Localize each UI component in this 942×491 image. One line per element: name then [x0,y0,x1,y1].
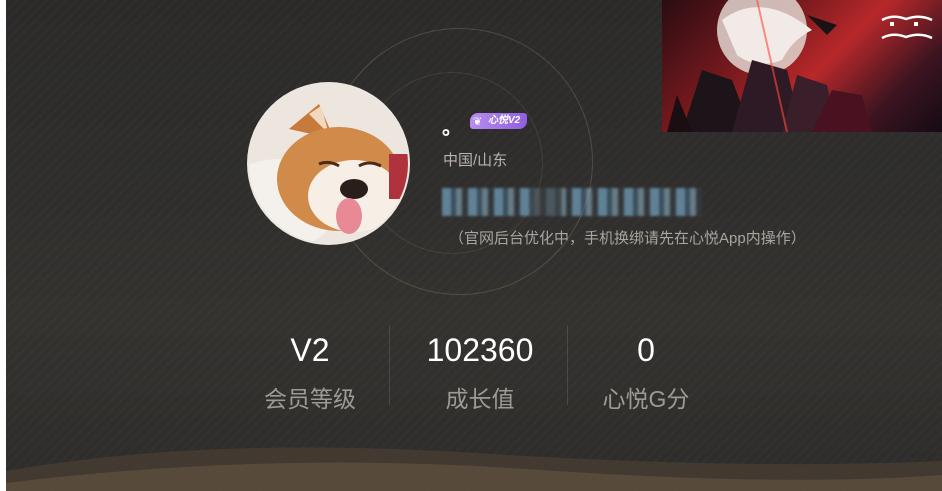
dnf-logo-image [881,15,933,40]
user-location: 中国/山东 [443,152,508,169]
stat-label: 成长值 [445,386,515,412]
wing-icon: ❦ [473,116,483,128]
game-logo [878,10,936,46]
stat-value: 102360 [426,332,534,368]
vip-level-badge: ❦ 心悦V2 [470,113,528,129]
stat-value: 0 [637,332,655,368]
stat-label: 心悦G分 [602,386,690,412]
stat-growth-value: 102360 成长值 [390,330,570,414]
game-promo-banner[interactable] [662,0,942,132]
avatar[interactable] [247,82,410,245]
nickname: 。 [442,117,462,139]
stat-value: V2 [290,332,330,368]
vip-badge-label: 心悦V2 [488,115,521,126]
masked-phone-number [442,188,702,216]
decorative-wave [6,447,942,491]
phone-rebind-notice: （官网后台优化中，手机换绑请先在心悦App内操作） [449,230,806,247]
stat-member-level: V2 会员等级 [220,330,400,414]
stat-label: 会员等级 [264,386,356,412]
shiba-dog-avatar-image [249,84,408,243]
stat-g-points: 0 心悦G分 [556,330,736,414]
